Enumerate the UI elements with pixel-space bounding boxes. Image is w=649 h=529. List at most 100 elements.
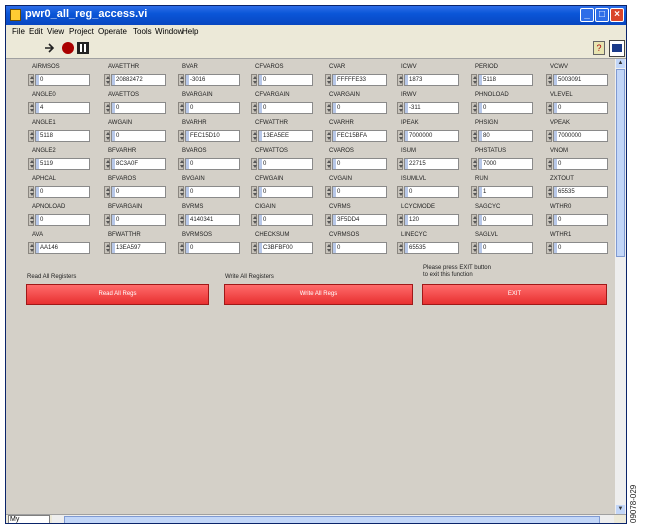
register-value-field[interactable]: 1873	[404, 74, 459, 86]
register-value-field[interactable]: 0	[332, 186, 387, 198]
increment-decrement-icon[interactable]	[28, 74, 34, 86]
register-value-field[interactable]: 22715	[404, 158, 459, 170]
increment-decrement-icon[interactable]	[325, 158, 331, 170]
register-value-field[interactable]: FEC15BFA	[332, 130, 387, 142]
increment-decrement-icon[interactable]	[397, 74, 403, 86]
increment-decrement-icon[interactable]	[546, 158, 552, 170]
increment-decrement-icon[interactable]	[28, 214, 34, 226]
increment-decrement-icon[interactable]	[104, 186, 110, 198]
increment-decrement-icon[interactable]	[325, 102, 331, 114]
menu-help[interactable]: Help	[182, 27, 198, 36]
increment-decrement-icon[interactable]	[397, 130, 403, 142]
register-value-field[interactable]: 0	[258, 214, 313, 226]
increment-decrement-icon[interactable]	[471, 158, 477, 170]
register-value-field[interactable]: 0	[35, 186, 90, 198]
register-value-field[interactable]: -3016	[185, 74, 240, 86]
register-value-field[interactable]: 65535	[553, 186, 608, 198]
register-value-field[interactable]: 8C3A0F	[111, 158, 166, 170]
increment-decrement-icon[interactable]	[397, 214, 403, 226]
register-value-field[interactable]: 120	[404, 214, 459, 226]
read-all-regs-button[interactable]: Read All Regs	[26, 284, 209, 305]
horizontal-scrollbar[interactable]	[52, 515, 614, 523]
register-value-field[interactable]: 0	[478, 242, 533, 254]
increment-decrement-icon[interactable]	[325, 214, 331, 226]
increment-decrement-icon[interactable]	[397, 102, 403, 114]
register-value-field[interactable]: 0	[553, 214, 608, 226]
vertical-scroll-thumb[interactable]	[616, 69, 625, 257]
increment-decrement-icon[interactable]	[471, 102, 477, 114]
increment-decrement-icon[interactable]	[178, 242, 184, 254]
increment-decrement-icon[interactable]	[546, 102, 552, 114]
register-value-field[interactable]: 4	[35, 102, 90, 114]
register-value-field[interactable]: FFFFFE33	[332, 74, 387, 86]
increment-decrement-icon[interactable]	[397, 186, 403, 198]
register-value-field[interactable]: 0	[35, 74, 90, 86]
menu-tools[interactable]: Tools	[133, 27, 152, 36]
menu-window[interactable]: Window	[155, 27, 183, 36]
register-value-field[interactable]: 0	[185, 186, 240, 198]
register-value-field[interactable]: 0	[111, 214, 166, 226]
increment-decrement-icon[interactable]	[104, 130, 110, 142]
increment-decrement-icon[interactable]	[178, 214, 184, 226]
increment-decrement-icon[interactable]	[28, 130, 34, 142]
register-value-field[interactable]: 0	[553, 102, 608, 114]
increment-decrement-icon[interactable]	[251, 158, 257, 170]
register-value-field[interactable]: 7000	[478, 158, 533, 170]
increment-decrement-icon[interactable]	[104, 242, 110, 254]
register-value-field[interactable]: 7000000	[404, 130, 459, 142]
register-value-field[interactable]: 65535	[404, 242, 459, 254]
register-value-field[interactable]: C3BFBF00	[258, 242, 313, 254]
register-value-field[interactable]: 0	[332, 242, 387, 254]
register-value-field[interactable]: 0	[258, 102, 313, 114]
register-value-field[interactable]: 5003091	[553, 74, 608, 86]
increment-decrement-icon[interactable]	[178, 158, 184, 170]
increment-decrement-icon[interactable]	[546, 74, 552, 86]
increment-decrement-icon[interactable]	[178, 130, 184, 142]
register-value-field[interactable]: 0	[332, 158, 387, 170]
increment-decrement-icon[interactable]	[325, 130, 331, 142]
menu-file[interactable]: File	[12, 27, 25, 36]
increment-decrement-icon[interactable]	[397, 242, 403, 254]
abort-execution-icon[interactable]	[62, 42, 74, 54]
increment-decrement-icon[interactable]	[28, 158, 34, 170]
menu-edit[interactable]: Edit	[29, 27, 43, 36]
exit-button[interactable]: EXIT	[422, 284, 607, 305]
register-value-field[interactable]: 0	[478, 102, 533, 114]
increment-decrement-icon[interactable]	[471, 130, 477, 142]
minimize-button[interactable]: _	[580, 8, 594, 22]
increment-decrement-icon[interactable]	[28, 242, 34, 254]
register-value-field[interactable]: 20882472	[111, 74, 166, 86]
increment-decrement-icon[interactable]	[178, 102, 184, 114]
vertical-scrollbar[interactable]: ▲ ▼	[615, 59, 626, 514]
register-value-field[interactable]: 0	[111, 130, 166, 142]
increment-decrement-icon[interactable]	[325, 74, 331, 86]
register-value-field[interactable]: 0	[185, 242, 240, 254]
increment-decrement-icon[interactable]	[397, 158, 403, 170]
register-value-field[interactable]: 3F5DD4	[332, 214, 387, 226]
menu-operate[interactable]: Operate	[98, 27, 127, 36]
increment-decrement-icon[interactable]	[471, 242, 477, 254]
increment-decrement-icon[interactable]	[104, 74, 110, 86]
register-value-field[interactable]: AA146	[35, 242, 90, 254]
register-value-field[interactable]: 0	[185, 158, 240, 170]
increment-decrement-icon[interactable]	[471, 186, 477, 198]
register-value-field[interactable]: 0	[553, 158, 608, 170]
close-button[interactable]: ×	[610, 8, 624, 22]
register-value-field[interactable]: 0	[258, 186, 313, 198]
register-value-field[interactable]: 0	[553, 242, 608, 254]
increment-decrement-icon[interactable]	[28, 102, 34, 114]
register-value-field[interactable]: 0	[258, 158, 313, 170]
register-value-field[interactable]: 5119	[35, 158, 90, 170]
register-value-field[interactable]: -311	[404, 102, 459, 114]
increment-decrement-icon[interactable]	[178, 74, 184, 86]
help-icon[interactable]: ?	[593, 41, 605, 55]
increment-decrement-icon[interactable]	[325, 242, 331, 254]
scroll-down-icon[interactable]: ▼	[616, 505, 625, 514]
increment-decrement-icon[interactable]	[28, 186, 34, 198]
scroll-up-icon[interactable]: ▲	[616, 59, 625, 68]
menu-project[interactable]: Project	[69, 27, 94, 36]
increment-decrement-icon[interactable]	[251, 242, 257, 254]
increment-decrement-icon[interactable]	[251, 214, 257, 226]
increment-decrement-icon[interactable]	[471, 74, 477, 86]
increment-decrement-icon[interactable]	[546, 214, 552, 226]
